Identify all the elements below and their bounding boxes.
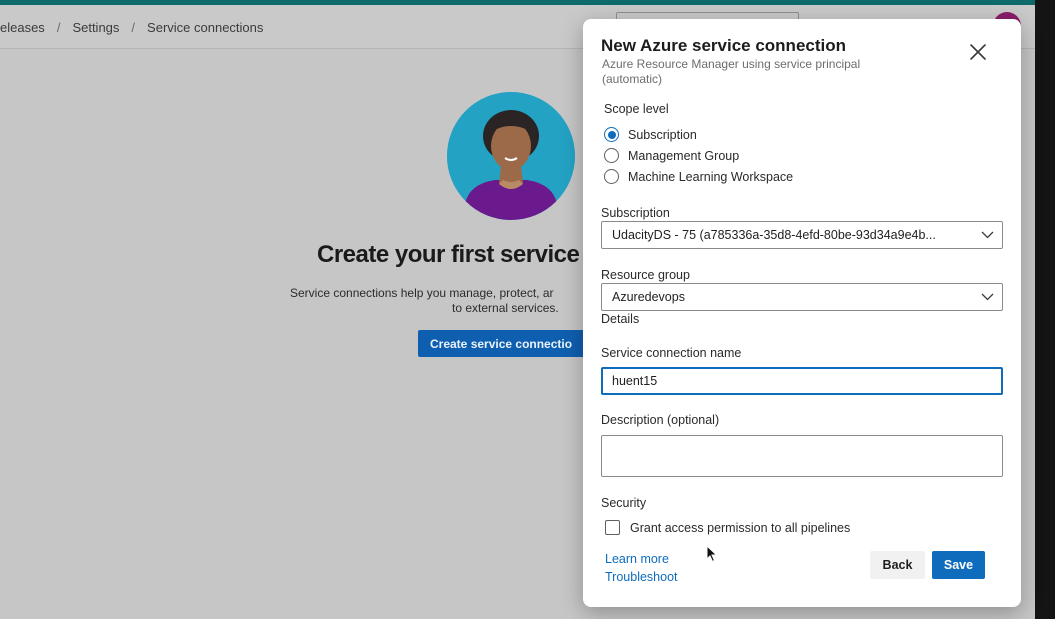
breadcrumb-separator: / bbox=[131, 20, 136, 35]
connection-name-input[interactable] bbox=[601, 367, 1003, 395]
description-label: Description (optional) bbox=[601, 413, 720, 427]
radio-selected-icon bbox=[604, 127, 619, 142]
troubleshoot-link[interactable]: Troubleshoot bbox=[605, 570, 678, 584]
save-button[interactable]: Save bbox=[932, 551, 985, 579]
learn-more-link[interactable]: Learn more bbox=[605, 552, 669, 566]
empty-state-description: Service connections help you manage, pro… bbox=[290, 286, 585, 316]
breadcrumb-separator: / bbox=[56, 20, 61, 35]
breadcrumb: eleases / Settings / Service connections bbox=[0, 20, 263, 35]
resource-group-dropdown[interactable]: Azuredevops bbox=[601, 283, 1003, 311]
close-icon bbox=[970, 44, 986, 60]
subscription-label: Subscription bbox=[601, 206, 670, 220]
dialog-subtitle: Azure Resource Manager using service pri… bbox=[602, 57, 861, 86]
breadcrumb-item-releases[interactable]: eleases bbox=[0, 20, 45, 35]
subscription-value: UdacityDS - 75 (a785336a-35d8-4efd-80be-… bbox=[612, 228, 936, 242]
grant-access-label: Grant access permission to all pipelines bbox=[630, 521, 851, 535]
description-input[interactable] bbox=[601, 435, 1003, 477]
window-edge bbox=[1035, 0, 1055, 619]
resource-group-value: Azuredevops bbox=[612, 290, 685, 304]
dialog-title: New Azure service connection bbox=[601, 36, 847, 55]
scope-option-ml-workspace[interactable]: Machine Learning Workspace bbox=[604, 168, 864, 186]
checkbox-unchecked-icon bbox=[605, 520, 620, 535]
radio-unselected-icon bbox=[604, 148, 619, 163]
scope-option-label: Machine Learning Workspace bbox=[628, 170, 794, 184]
mouse-pointer-icon bbox=[706, 545, 718, 563]
chevron-down-icon bbox=[981, 231, 994, 239]
scope-level-label: Scope level bbox=[604, 102, 669, 116]
empty-state-description-line1: Service connections help you manage, pro… bbox=[290, 286, 554, 300]
scope-option-label: Management Group bbox=[628, 149, 740, 163]
scope-option-management-group[interactable]: Management Group bbox=[604, 147, 864, 165]
breadcrumb-item-settings[interactable]: Settings bbox=[72, 20, 119, 35]
radio-unselected-icon bbox=[604, 169, 619, 184]
connection-name-label: Service connection name bbox=[601, 346, 742, 360]
chevron-down-icon bbox=[981, 293, 994, 301]
back-button[interactable]: Back bbox=[870, 551, 925, 579]
person-illustration-icon bbox=[447, 92, 575, 220]
close-button[interactable] bbox=[965, 39, 991, 65]
new-service-connection-dialog: New Azure service connection Azure Resou… bbox=[583, 19, 1021, 607]
empty-state-description-line2: to external services. bbox=[452, 301, 559, 315]
scope-option-label: Subscription bbox=[628, 128, 697, 142]
subscription-dropdown[interactable]: UdacityDS - 75 (a785336a-35d8-4efd-80be-… bbox=[601, 221, 1003, 249]
breadcrumb-item-service-connections[interactable]: Service connections bbox=[147, 20, 263, 35]
create-service-connection-button[interactable]: Create service connectio bbox=[418, 330, 585, 357]
scope-option-subscription[interactable]: Subscription bbox=[604, 126, 864, 144]
security-label: Security bbox=[601, 496, 647, 510]
details-heading: Details bbox=[601, 312, 640, 326]
empty-state-title: Create your first service c bbox=[317, 241, 583, 268]
grant-access-checkbox[interactable]: Grant access permission to all pipelines bbox=[605, 519, 905, 537]
resource-group-label: Resource group bbox=[601, 268, 690, 282]
